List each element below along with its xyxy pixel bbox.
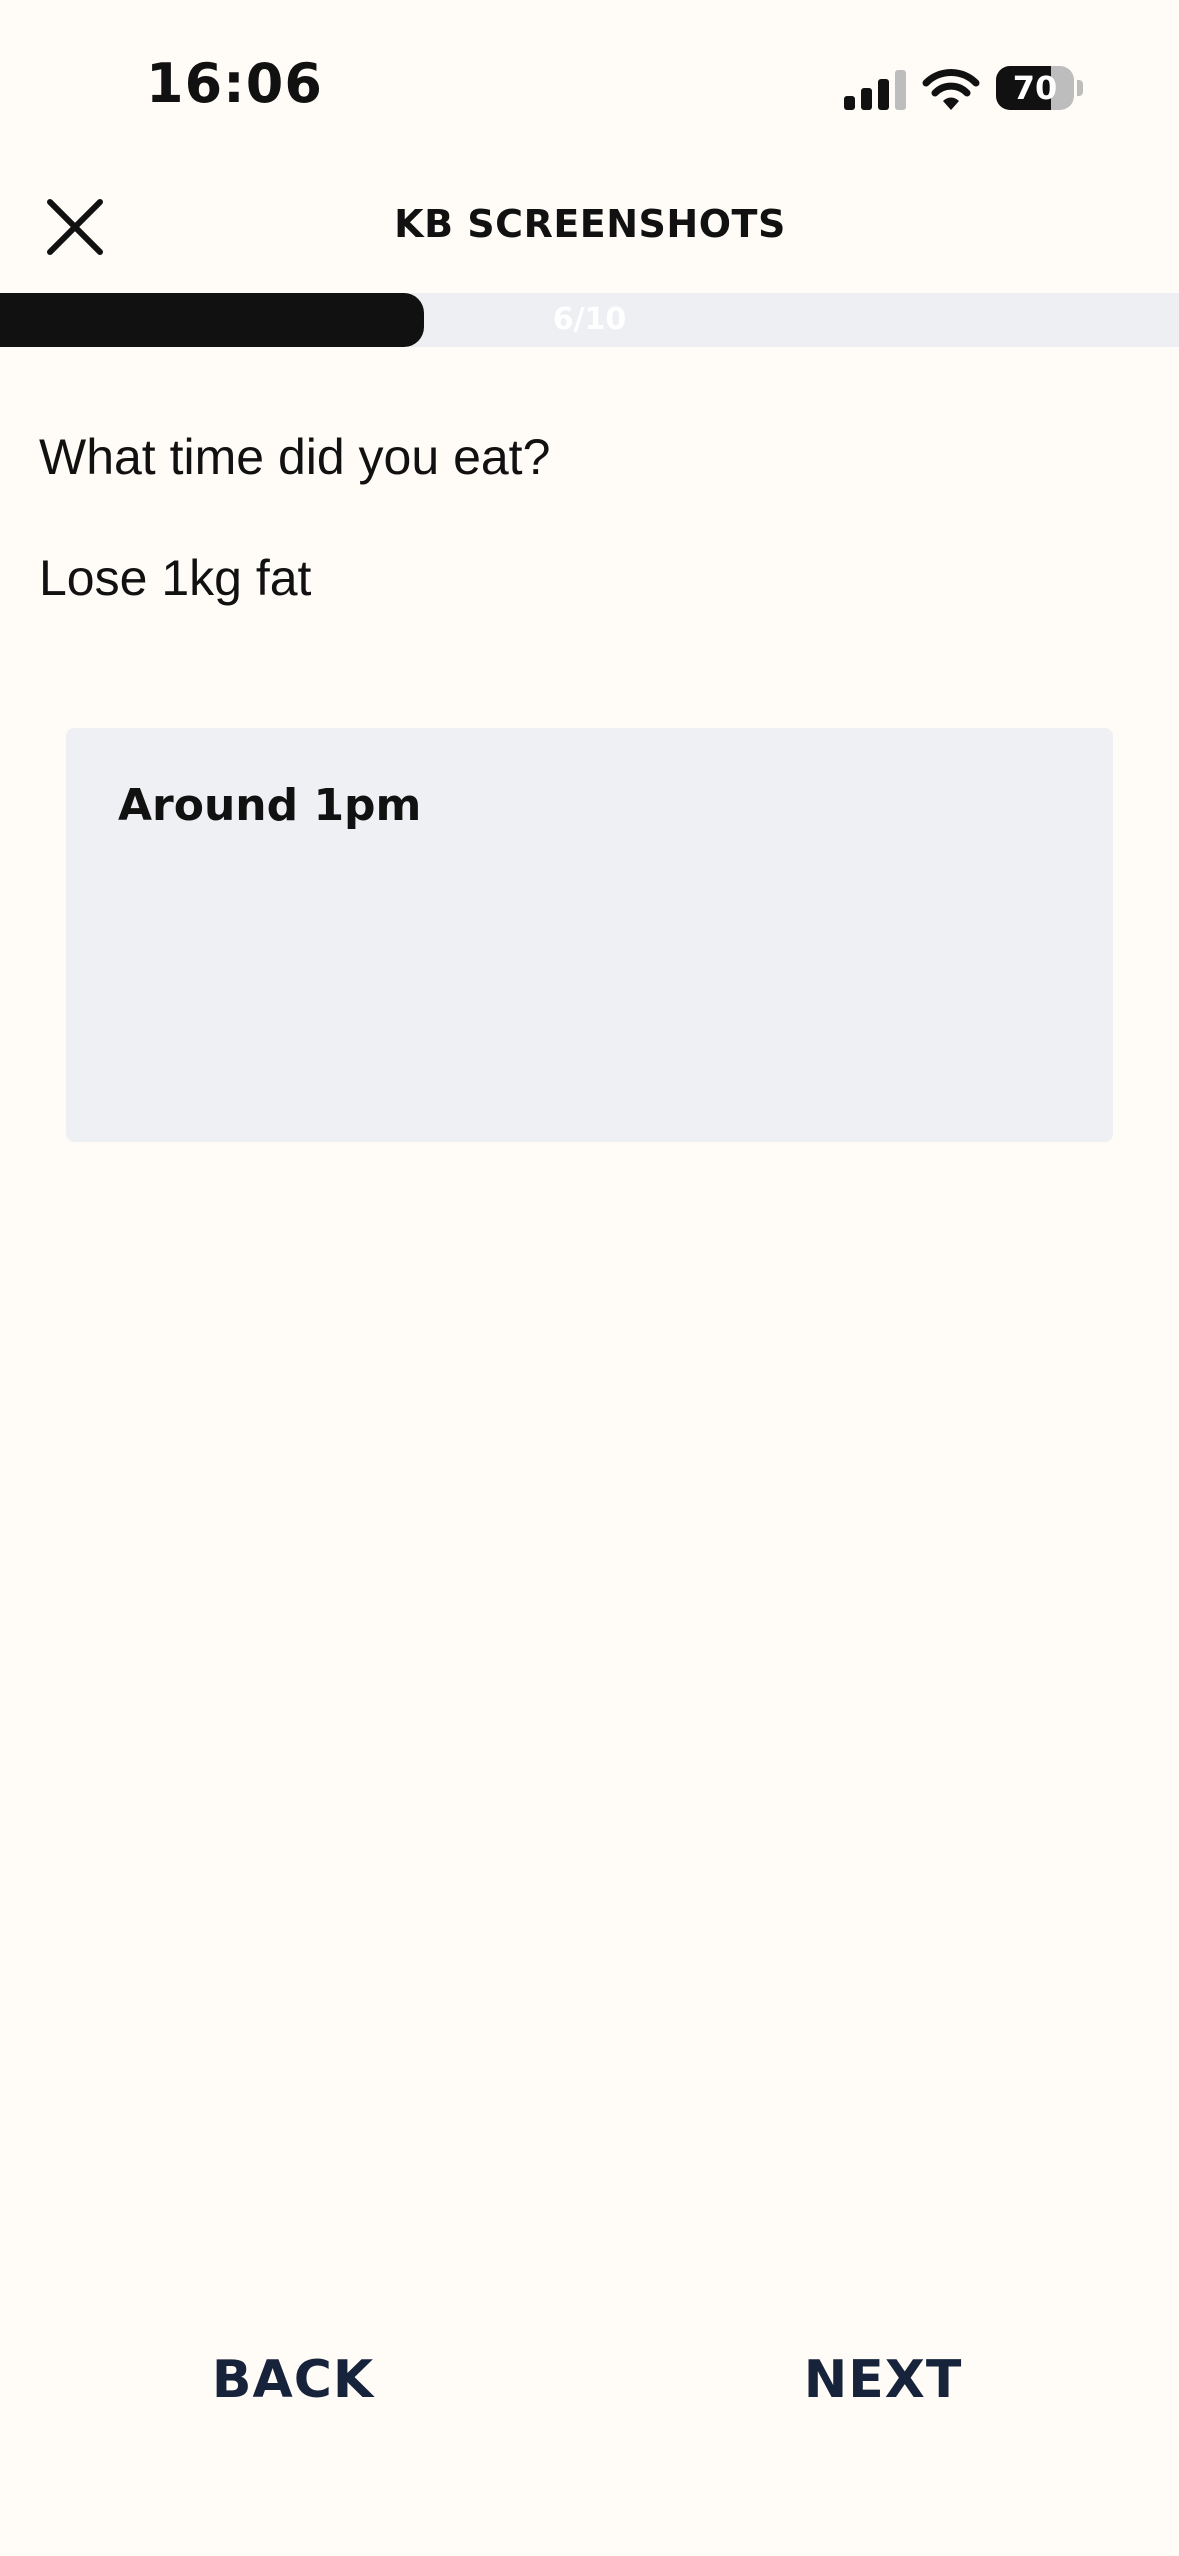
battery-icon: 70 <box>996 66 1086 110</box>
question-text: What time did you eat? <box>39 429 551 485</box>
wifi-icon <box>922 69 980 110</box>
close-icon <box>47 199 103 255</box>
goal-text: Lose 1kg fat <box>39 550 312 606</box>
page-title: KB SCREENSHOTS <box>394 202 786 246</box>
progress-bar: 6/10 <box>0 293 1179 347</box>
back-button[interactable]: BACK <box>113 2320 473 2440</box>
status-time: 16:06 <box>146 52 323 115</box>
signal-icon <box>844 70 906 110</box>
status-icons: 70 <box>840 62 1090 114</box>
next-button[interactable]: NEXT <box>703 2320 1063 2440</box>
close-button[interactable] <box>36 186 116 266</box>
progress-label: 6/10 <box>552 302 627 337</box>
battery-level: 70 <box>1012 69 1058 107</box>
answer-input[interactable]: Around 1pm <box>66 728 1113 1142</box>
status-bar: 16:06 70 <box>0 0 1179 170</box>
